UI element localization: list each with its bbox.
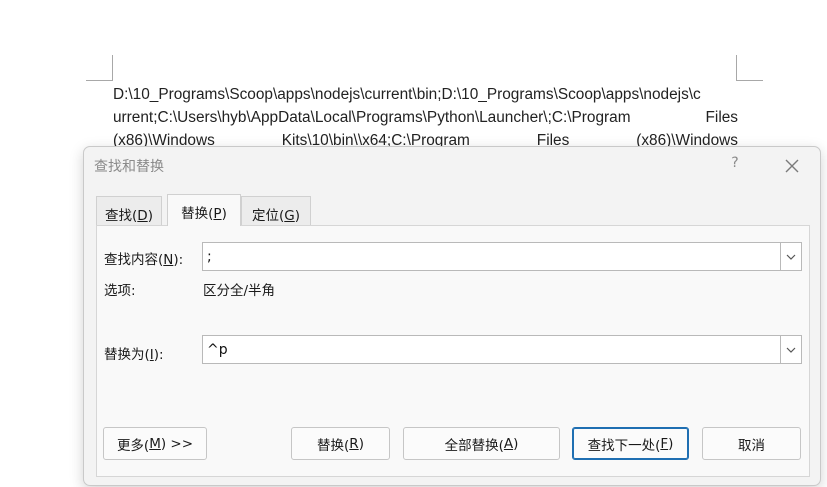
tab-label-suffix: ) (147, 208, 153, 224)
tab-label: 替换( (181, 206, 214, 222)
button-label-suffix: ) (668, 435, 674, 452)
button-mnemonic: A (503, 435, 514, 452)
find-next-button[interactable]: 查找下一处(F) (572, 427, 689, 460)
replace-with-input[interactable] (205, 338, 783, 361)
replace-with-label: 替换为(I): (104, 343, 164, 363)
document-text-segment: urrent;C:\Users\hyb\AppData\Local\Progra… (113, 109, 631, 126)
button-label: 替换( (317, 437, 350, 454)
options-value: 区分全/半角 (203, 283, 276, 299)
button-label-suffix: ) (513, 435, 519, 452)
find-label-mnemonic: N (163, 252, 174, 268)
button-label-suffix: ) (358, 435, 364, 452)
tab-label-suffix: ) (221, 206, 227, 222)
tab-label: 查找( (105, 208, 138, 224)
button-label: 全部替换( (444, 437, 504, 454)
replace-label-text: 替换为( (104, 347, 150, 363)
tab-mnemonic: G (284, 208, 295, 224)
replace-button[interactable]: 替换(R) (291, 427, 390, 460)
cancel-button[interactable]: 取消 (702, 427, 801, 460)
button-label: 查找下一处( (587, 437, 661, 454)
close-button[interactable] (781, 155, 803, 177)
chevron-down-icon (786, 254, 796, 260)
page-margin-corner-top-left-horizontal (86, 80, 113, 81)
find-what-combobox[interactable] (202, 242, 802, 271)
document-text-line[interactable]: D:\10_Programs\Scoop\apps\nodejs\current… (113, 85, 738, 105)
button-label: 取消 (738, 437, 765, 454)
tab-replace[interactable]: 替换(P) (167, 194, 241, 226)
replace-label-suffix: ): (153, 347, 164, 363)
chevron-down-icon (786, 347, 796, 353)
document-text-line[interactable]: urrent;C:\Users\hyb\AppData\Local\Progra… (113, 108, 738, 128)
page-margin-corner-top-left (112, 55, 113, 80)
button-label-suffix: ) >> (160, 435, 194, 452)
page-margin-corner-top-right (736, 55, 737, 80)
find-replace-dialog: 查找和替换 ? 查找(D) 替换(P) 定位(G) 查找内容(N): 选项: 区… (83, 146, 821, 486)
find-label-suffix: ): (173, 252, 184, 268)
button-mnemonic: R (349, 435, 359, 452)
button-mnemonic: F (660, 435, 669, 452)
dialog-title: 查找和替换 (94, 159, 164, 175)
page-margin-corner-top-right-horizontal (736, 80, 763, 81)
tab-label-suffix: ) (294, 208, 301, 224)
button-label: 更多( (116, 437, 150, 454)
find-what-input[interactable] (205, 245, 783, 268)
tab-label: 定位( (251, 208, 285, 224)
tab-mnemonic: D (137, 208, 148, 224)
tab-mnemonic: P (213, 206, 222, 222)
help-button[interactable]: ? (726, 155, 744, 175)
replace-all-button[interactable]: 全部替换(A) (403, 427, 560, 460)
replace-history-dropdown-button[interactable] (780, 336, 801, 363)
find-label-text: 查找内容( (104, 252, 164, 268)
replace-with-combobox[interactable] (202, 335, 802, 364)
button-mnemonic: M (149, 435, 161, 452)
tab-find[interactable]: 查找(D) (96, 196, 162, 225)
document-text-segment: Files (705, 109, 739, 126)
more-options-button[interactable]: 更多(M) >> (103, 427, 207, 460)
tab-goto[interactable]: 定位(G) (241, 196, 311, 225)
options-label: 选项: (104, 283, 136, 299)
find-history-dropdown-button[interactable] (780, 243, 801, 270)
find-what-label: 查找内容(N): (104, 248, 183, 268)
close-icon (785, 159, 799, 173)
